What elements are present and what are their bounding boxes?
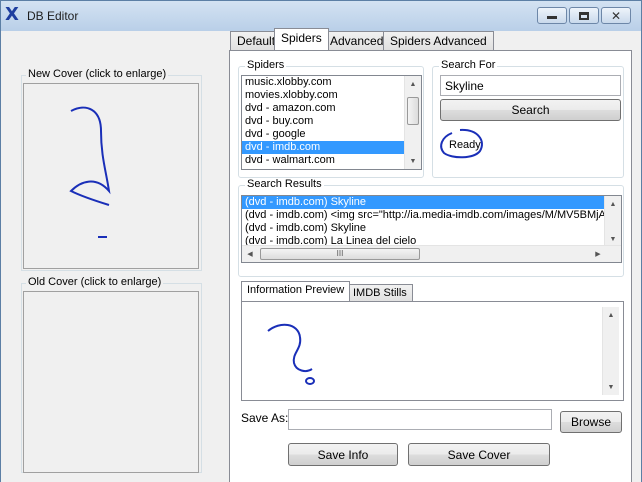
minimize-icon bbox=[547, 16, 557, 19]
close-icon: ✕ bbox=[610, 8, 622, 23]
window-title: DB Editor bbox=[27, 9, 79, 23]
hscroll-thumb[interactable]: III bbox=[260, 248, 420, 260]
maximize-icon bbox=[579, 11, 589, 20]
spiders-tab-panel: Spiders music.xlobby.com movies.xlobby.c… bbox=[229, 50, 632, 482]
result-item-selected[interactable]: (dvd - imdb.com) Skyline bbox=[242, 196, 604, 209]
tab-spiders-advanced[interactable]: Spiders Advanced bbox=[383, 31, 494, 50]
spider-item-selected[interactable]: dvd - imdb.com bbox=[242, 141, 404, 154]
search-button[interactable]: Search bbox=[440, 99, 621, 121]
scroll-up-arrow-icon[interactable]: ▲ bbox=[405, 76, 421, 92]
search-results-legend: Search Results bbox=[245, 178, 324, 190]
tab-advanced[interactable]: Advanced bbox=[323, 31, 391, 50]
minimize-button[interactable] bbox=[537, 7, 567, 24]
scroll-right-arrow-icon[interactable]: ▶ bbox=[590, 246, 606, 262]
browse-button[interactable]: Browse bbox=[560, 411, 622, 433]
app-logo-icon: X bbox=[5, 4, 19, 25]
status-annotation-circle bbox=[440, 128, 483, 159]
spider-item[interactable]: dvd - buy.com bbox=[242, 115, 421, 128]
spider-item[interactable]: dvd - amazon.com bbox=[242, 102, 421, 115]
spiders-list[interactable]: music.xlobby.com movies.xlobby.com dvd -… bbox=[241, 75, 422, 170]
new-cover-label: New Cover (click to enlarge) bbox=[26, 68, 169, 80]
scroll-left-arrow-icon[interactable]: ◀ bbox=[242, 246, 258, 262]
save-cover-button[interactable]: Save Cover bbox=[408, 443, 550, 466]
tab-information-preview[interactable]: Information Preview bbox=[241, 281, 351, 301]
maximize-button[interactable] bbox=[569, 7, 599, 24]
result-item[interactable]: (dvd - imdb.com) <img src="http://ia.med… bbox=[242, 209, 604, 222]
results-vscrollbar[interactable]: ▲ ▼ bbox=[604, 196, 621, 247]
scroll-up-arrow-icon[interactable]: ▲ bbox=[603, 307, 619, 323]
scroll-thumb[interactable] bbox=[407, 97, 419, 125]
spider-item[interactable]: music.xlobby.com bbox=[242, 76, 421, 89]
tab-imdb-stills[interactable]: IMDB Stills bbox=[347, 284, 413, 302]
old-cover-label: Old Cover (click to enlarge) bbox=[26, 276, 164, 288]
spiders-scrollbar[interactable]: ▲ ▼ bbox=[404, 76, 421, 169]
spider-item[interactable]: movies.xlobby.com bbox=[242, 89, 421, 102]
spider-item[interactable]: dvd - walmart.com bbox=[242, 154, 421, 167]
save-as-input[interactable] bbox=[288, 409, 552, 430]
spiders-legend: Spiders bbox=[245, 59, 287, 71]
save-as-label: Save As: bbox=[241, 411, 289, 425]
db-editor-window: X DB Editor ✕ New Cover (click to enlarg… bbox=[0, 0, 642, 482]
search-for-legend: Search For bbox=[439, 59, 498, 71]
save-info-button[interactable]: Save Info bbox=[288, 443, 398, 466]
preview-annotation-question-mark bbox=[267, 323, 315, 385]
scroll-down-arrow-icon[interactable]: ▼ bbox=[405, 153, 421, 169]
new-cover-annotation-question-mark bbox=[69, 106, 111, 238]
results-hscrollbar[interactable]: ◀ III ▶ bbox=[242, 245, 621, 262]
result-item[interactable]: (dvd - imdb.com) Skyline bbox=[242, 222, 621, 235]
scroll-down-arrow-icon[interactable]: ▼ bbox=[603, 379, 619, 395]
spider-item[interactable]: dvd - google bbox=[242, 128, 421, 141]
scroll-up-arrow-icon[interactable]: ▲ bbox=[605, 196, 621, 212]
old-cover-image[interactable] bbox=[23, 291, 199, 473]
search-results-list[interactable]: (dvd - imdb.com) Skyline (dvd - imdb.com… bbox=[241, 195, 622, 263]
close-button[interactable]: ✕ bbox=[601, 7, 631, 24]
search-input[interactable]: Skyline bbox=[440, 75, 621, 96]
preview-scrollbar[interactable]: ▲ ▼ bbox=[602, 307, 619, 395]
title-bar[interactable]: X DB Editor ✕ bbox=[1, 1, 641, 31]
tab-spiders[interactable]: Spiders bbox=[274, 28, 329, 50]
